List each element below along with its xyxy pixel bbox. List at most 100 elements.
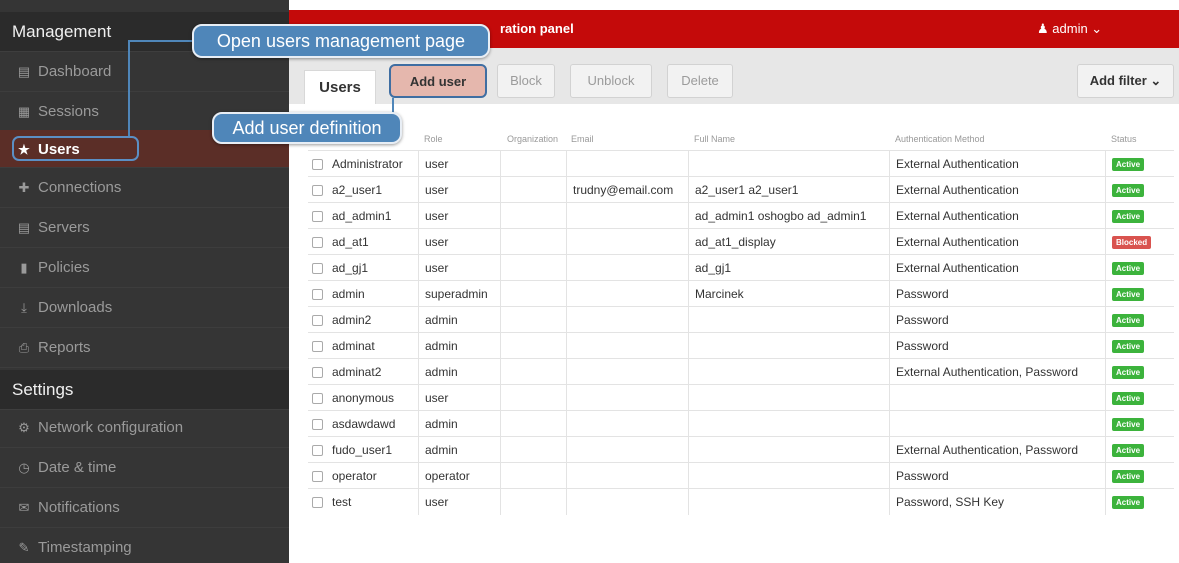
cell-org — [500, 151, 566, 177]
table-row[interactable]: ad_at1 user ad_at1_display External Authent… — [308, 228, 1174, 255]
unblock-button[interactable]: Unblock — [570, 64, 652, 98]
column-header-email[interactable]: Email — [571, 134, 594, 144]
row-checkbox[interactable] — [312, 237, 323, 248]
cell-org — [500, 411, 566, 437]
sidebar-item-servers[interactable]: ▤ Servers — [0, 208, 289, 248]
cell-status: Active — [1105, 281, 1174, 307]
cell-role: user — [418, 255, 498, 281]
cell-login: ad_gj1 — [332, 261, 369, 275]
add-user-button[interactable]: Add user — [389, 64, 487, 98]
column-header-organization[interactable]: Organization — [507, 134, 558, 144]
row-checkbox[interactable] — [312, 289, 323, 300]
row-checkbox[interactable] — [312, 445, 323, 456]
cell-status: Active — [1105, 307, 1174, 333]
cell-org — [500, 255, 566, 281]
sidebar-item-dashboard[interactable]: ▤ Dashboard — [0, 52, 289, 92]
gears-icon: ⚙ — [18, 420, 30, 435]
column-header-status[interactable]: Status — [1111, 134, 1137, 144]
cell-auth: Password — [889, 463, 1105, 489]
row-checkbox[interactable] — [312, 367, 323, 378]
sidebar-item-date-time[interactable]: ◷ Date & time — [0, 448, 289, 488]
sidebar-item-reports[interactable]: ⎙ Reports — [0, 328, 289, 368]
cell-org — [500, 437, 566, 463]
status-badge: Active — [1112, 392, 1145, 405]
cell-role: admin — [418, 333, 498, 359]
sidebar-item-downloads[interactable]: ⤓ Downloads — [0, 288, 289, 328]
cell-fullname — [688, 307, 889, 333]
cell-email — [566, 307, 688, 333]
table-row[interactable]: admin superadmin Marcinek Password Active — [308, 280, 1174, 307]
tab-users[interactable]: Users — [304, 70, 376, 104]
row-checkbox[interactable] — [312, 393, 323, 404]
table-row[interactable]: adminat admin Password Active — [308, 332, 1174, 359]
column-header-role[interactable]: Role — [424, 134, 443, 144]
row-checkbox[interactable] — [312, 419, 323, 430]
cell-status: Active — [1105, 359, 1174, 385]
sidebar: Management ▤ Dashboard ▦ Sessions ★ Users ✚… — [0, 0, 289, 563]
status-badge: Active — [1112, 470, 1145, 483]
row-checkbox[interactable] — [312, 315, 323, 326]
cell-login: operator — [332, 469, 377, 483]
sidebar-item-label: Sessions — [38, 103, 99, 120]
table-row[interactable]: admin2 admin Password Active — [308, 306, 1174, 333]
table-row[interactable]: asdawdawd admin Active — [308, 410, 1174, 437]
sidebar-item-label: Network configuration — [38, 419, 184, 436]
servers-icon: ▤ — [17, 220, 31, 235]
sidebar-item-label: Dashboard — [38, 63, 112, 80]
cell-org — [500, 203, 566, 229]
admin-user-menu[interactable]: ♟ admin ⌄ — [1037, 10, 1102, 48]
row-checkbox[interactable] — [312, 263, 323, 274]
row-checkbox[interactable] — [312, 159, 323, 170]
cell-status: Active — [1105, 151, 1174, 177]
sidebar-item-network-configuration[interactable]: ⚙ Network configuration — [0, 408, 289, 448]
cell-email — [566, 229, 688, 255]
cell-auth — [889, 411, 1105, 437]
table-row[interactable]: ad_admin1 user ad_admin1 oshogbo ad_admin1… — [308, 202, 1174, 229]
table-row[interactable]: operator operator Password Active — [308, 462, 1174, 489]
cell-email — [566, 151, 688, 177]
cell-org — [500, 489, 566, 515]
cell-email — [566, 359, 688, 385]
cell-role: admin — [418, 437, 498, 463]
table-row[interactable]: a2_user1 user trudny@email.com a2_user1 a2_… — [308, 176, 1174, 203]
dashboard-icon: ▤ — [17, 64, 31, 79]
table-row[interactable]: Administrator user External Authentication… — [308, 150, 1174, 177]
sidebar-item-policies[interactable]: ▮ Policies — [0, 248, 289, 288]
cell-auth: External Authentication — [889, 229, 1105, 255]
table-row[interactable]: anonymous user Active — [308, 384, 1174, 411]
row-checkbox[interactable] — [312, 185, 323, 196]
sidebar-item-notifications[interactable]: ✉ Notifications — [0, 488, 289, 528]
column-header-auth-method[interactable]: Authentication Method — [895, 134, 985, 144]
row-checkbox[interactable] — [312, 211, 323, 222]
cell-status: Active — [1105, 411, 1174, 437]
cell-login: ad_admin1 — [332, 209, 392, 223]
column-header-full-name[interactable]: Full Name — [694, 134, 735, 144]
cell-fullname — [688, 333, 889, 359]
block-button[interactable]: Block — [497, 64, 555, 98]
status-badge: Active — [1112, 262, 1145, 275]
reports-icon: ⎙ — [18, 340, 30, 355]
sidebar-item-timestamping[interactable]: ✎ Timestamping — [0, 528, 289, 563]
table-row[interactable]: ad_gj1 user ad_gj1 External Authentication A… — [308, 254, 1174, 281]
status-badge: Active — [1112, 496, 1145, 509]
cell-status: Active — [1105, 463, 1174, 489]
sidebar-item-connections[interactable]: ✚ Connections — [0, 168, 289, 208]
cell-org — [500, 281, 566, 307]
table-row[interactable]: adminat2 admin External Authentication, Pa… — [308, 358, 1174, 385]
cell-org — [500, 229, 566, 255]
add-filter-button[interactable]: Add filter ⌄ — [1077, 64, 1174, 98]
row-checkbox[interactable] — [312, 341, 323, 352]
cell-auth: Password — [889, 333, 1105, 359]
status-badge: Active — [1112, 158, 1145, 171]
delete-button[interactable]: Delete — [667, 64, 733, 98]
table-row[interactable]: test user Password, SSH Key Active — [308, 488, 1174, 515]
cell-org — [500, 359, 566, 385]
cell-auth: External Authentication — [889, 255, 1105, 281]
sidebar-item-label: Timestamping — [38, 539, 132, 556]
cell-email — [566, 411, 688, 437]
admin-user-label: admin ⌄ — [1052, 21, 1103, 36]
table-row[interactable]: fudo_user1 admin External Authentication, … — [308, 436, 1174, 463]
row-checkbox[interactable] — [312, 497, 323, 508]
row-checkbox[interactable] — [312, 471, 323, 482]
cell-role: superadmin — [418, 281, 498, 307]
